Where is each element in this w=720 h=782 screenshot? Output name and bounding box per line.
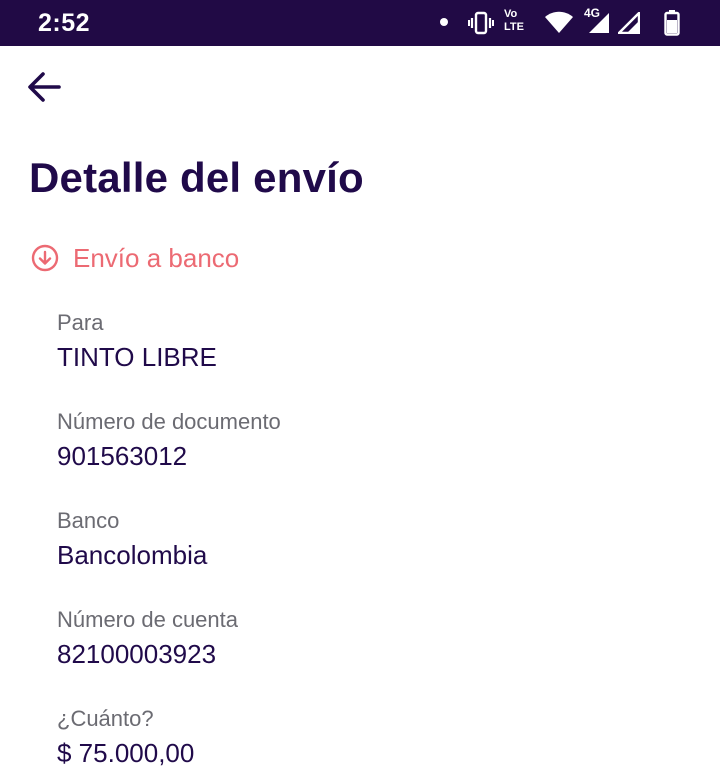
document-number-field: Número de documento 901563012 — [57, 409, 281, 472]
amount-label: ¿Cuánto? — [57, 706, 154, 731]
amount-field: ¿Cuánto? $ 75.000,00 — [57, 706, 194, 769]
bank-field: Banco Bancolombia — [57, 508, 207, 571]
signal-icon — [589, 13, 609, 33]
account-number-field: Número de cuenta 82100003923 — [57, 607, 238, 670]
amount-value: $ 75.000,00 — [57, 738, 195, 768]
account-number-label: Número de cuenta — [57, 607, 238, 632]
document-number-value: 901563012 — [57, 441, 188, 471]
wifi-icon — [545, 11, 573, 33]
battery-icon — [664, 10, 680, 36]
volte-bottom-label: LTE — [504, 21, 524, 33]
recipient-label: Para — [57, 310, 104, 335]
arrow-down-circle-icon — [31, 244, 59, 272]
status-time: 2:52 — [38, 9, 91, 37]
account-number-value: 82100003923 — [57, 639, 217, 669]
vibrate-icon — [468, 11, 494, 35]
signal-2-icon — [618, 12, 640, 34]
bank-value: Bancolombia — [57, 540, 208, 570]
back-button[interactable] — [20, 64, 68, 110]
volte-icon: Vo LTE — [504, 8, 538, 38]
recipient-value: TINTO LIBRE — [57, 342, 217, 372]
transfer-type: Envío a banco — [31, 242, 239, 274]
notification-dot-icon — [440, 18, 448, 26]
page-title: Detalle del envío — [29, 154, 364, 201]
document-number-label: Número de documento — [57, 409, 281, 434]
arrow-left-icon — [28, 72, 61, 102]
recipient-field: Para TINTO LIBRE — [57, 310, 217, 373]
transfer-type-label: Envío a banco — [73, 242, 240, 273]
status-bar: 2:52 Vo LTE 4G — [0, 0, 720, 46]
volte-top-label: Vo — [504, 8, 518, 20]
bank-label: Banco — [57, 508, 120, 533]
